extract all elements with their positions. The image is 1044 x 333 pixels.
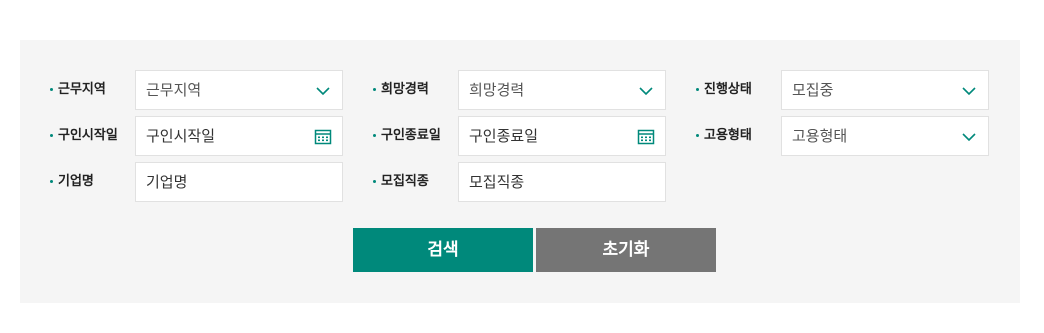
recruit-start-field: 구인시작일 구인시작일	[20, 116, 350, 156]
progress-status-value: 모집중	[792, 81, 834, 99]
recruit-start-date-input[interactable]: 구인시작일	[135, 116, 343, 156]
calendar-icon[interactable]	[314, 128, 332, 146]
job-type-value: 모집직종	[469, 173, 525, 191]
work-region-field: 근무지역 근무지역	[20, 70, 350, 110]
employment-type-label: 고용형태	[704, 128, 752, 143]
recruit-start-label: 구인시작일	[58, 128, 118, 143]
recruit-end-label: 구인종료일	[381, 128, 441, 143]
bullet-icon	[373, 180, 376, 183]
job-type-label: 모집직종	[381, 174, 429, 189]
employment-type-value: 고용형태	[792, 127, 848, 145]
employment-type-select[interactable]: 고용형태	[781, 116, 989, 156]
work-region-label: 근무지역	[58, 82, 106, 97]
calendar-icon[interactable]	[637, 128, 655, 146]
recruit-end-date-input[interactable]: 구인종료일	[458, 116, 666, 156]
company-name-value: 기업명	[146, 173, 188, 191]
chevron-down-icon	[316, 87, 330, 96]
bullet-icon	[696, 88, 699, 91]
reset-button[interactable]: 초기화	[536, 228, 716, 272]
job-type-input[interactable]: 모집직종	[458, 162, 666, 202]
chevron-down-icon	[962, 133, 976, 142]
progress-status-label: 진행상태	[704, 82, 752, 97]
job-type-field: 모집직종 모집직종	[343, 162, 673, 202]
recruit-start-value: 구인시작일	[146, 127, 216, 145]
work-region-select[interactable]: 근무지역	[135, 70, 343, 110]
bullet-icon	[50, 134, 53, 137]
chevron-down-icon	[639, 87, 653, 96]
recruit-end-value: 구인종료일	[469, 127, 539, 145]
company-name-input[interactable]: 기업명	[135, 162, 343, 202]
search-filter-panel: 근무지역 근무지역 희망경력 희망경력 진행상태 모집중 구인시작일 구인시작일…	[20, 40, 1020, 303]
bullet-icon	[373, 134, 376, 137]
recruit-end-field: 구인종료일 구인종료일	[343, 116, 673, 156]
search-button[interactable]: 검색	[353, 228, 533, 272]
chevron-down-icon	[962, 87, 976, 96]
bullet-icon	[50, 180, 53, 183]
employment-type-field: 고용형태 고용형태	[666, 116, 996, 156]
desired-career-label: 희망경력	[381, 82, 429, 97]
desired-career-value: 희망경력	[469, 81, 525, 99]
progress-status-field: 진행상태 모집중	[666, 70, 996, 110]
desired-career-field: 희망경력 희망경력	[343, 70, 673, 110]
work-region-value: 근무지역	[146, 81, 202, 99]
bullet-icon	[50, 88, 53, 91]
company-name-label: 기업명	[58, 174, 94, 189]
bullet-icon	[696, 134, 699, 137]
bullet-icon	[373, 88, 376, 91]
progress-status-select[interactable]: 모집중	[781, 70, 989, 110]
company-name-field: 기업명 기업명	[20, 162, 350, 202]
desired-career-select[interactable]: 희망경력	[458, 70, 666, 110]
